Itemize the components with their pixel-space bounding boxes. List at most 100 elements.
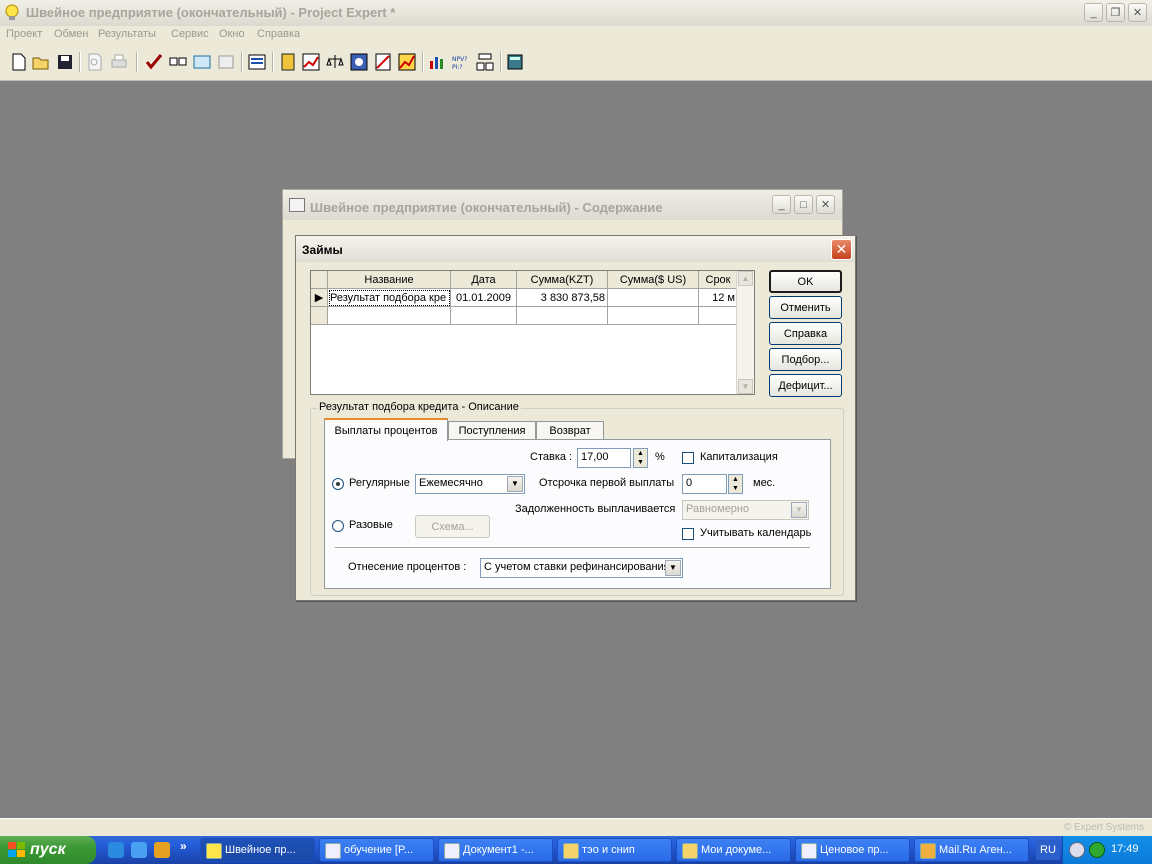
task-word-training[interactable]: обучение [P...	[319, 838, 434, 862]
task-my-documents[interactable]: Мои докуме...	[676, 838, 791, 862]
table-row-empty[interactable]	[311, 306, 738, 325]
internet-explorer-icon[interactable]	[108, 842, 124, 858]
loans-dialog: Займы ✕ Название Дата Сумма(KZT) Сумма($…	[295, 235, 856, 601]
loans-table[interactable]: Название Дата Сумма(KZT) Сумма($ US) Сро…	[310, 270, 755, 395]
balance-icon[interactable]	[326, 53, 344, 71]
regular-period-select[interactable]: Ежемесячно ▼	[415, 474, 525, 494]
spin-up-icon[interactable]: ▲	[634, 449, 647, 458]
interest-attribution-select[interactable]: С учетом ставки рефинансирования ▼	[480, 558, 683, 578]
menu-project[interactable]: Проект	[6, 28, 42, 40]
report-icon[interactable]	[374, 53, 392, 71]
scheme-button: Схема...	[415, 515, 490, 538]
menu-window[interactable]: Окно	[219, 28, 245, 40]
chevron-down-icon[interactable]: ▼	[507, 476, 523, 492]
windows-logo-icon	[8, 842, 25, 857]
browser-icon[interactable]	[131, 842, 147, 858]
scroll-down-icon[interactable]: ▼	[738, 379, 753, 394]
menu-help[interactable]: Справка	[257, 28, 300, 40]
first-payment-delay-input[interactable]: 0	[682, 474, 727, 494]
spin-up-icon[interactable]: ▲	[729, 475, 742, 484]
rate-spinner[interactable]: ▲ ▼	[633, 448, 648, 468]
dialog-close-button[interactable]: ✕	[831, 239, 852, 260]
calendar-checkbox[interactable]	[682, 528, 694, 540]
new-document-icon[interactable]	[10, 53, 28, 71]
tray-arrow-icon[interactable]	[1069, 842, 1085, 858]
cell-amount-kzt[interactable]: 3 830 873,58	[516, 288, 608, 307]
task-folder-teo[interactable]: тэо и снип	[557, 838, 672, 862]
menu-results[interactable]: Результаты	[98, 28, 156, 40]
chart-icon[interactable]	[398, 53, 416, 71]
task-price-document[interactable]: Ценовое пр...	[795, 838, 910, 862]
regular-radio[interactable]	[332, 478, 344, 490]
contents-close-button[interactable]: ✕	[816, 195, 835, 214]
cell-name[interactable]: Результат подбора кре	[327, 288, 451, 307]
svg-text:NPV?: NPV?	[452, 56, 467, 63]
print-icon[interactable]	[110, 53, 128, 71]
contents-icon[interactable]	[248, 53, 266, 71]
column-header-amount-kzt[interactable]: Сумма(KZT)	[516, 271, 608, 289]
cell-term[interactable]: 12 м	[698, 288, 738, 307]
analysis-icon[interactable]	[350, 53, 368, 71]
contents-window-titlebar: Швейное предприятие (окончательный) - Со…	[283, 190, 842, 220]
close-button[interactable]: ✕	[1128, 3, 1147, 22]
capitalization-checkbox[interactable]	[682, 452, 694, 464]
structure-icon[interactable]	[476, 53, 494, 71]
task-document1[interactable]: Документ1 -...	[438, 838, 553, 862]
check-icon[interactable]	[145, 53, 163, 71]
column-header-amount-usd[interactable]: Сумма($ US)	[607, 271, 699, 289]
contents-maximize-button[interactable]: □	[794, 195, 813, 214]
open-folder-icon[interactable]	[32, 53, 50, 71]
module-icon[interactable]	[279, 53, 297, 71]
help-button[interactable]: Справка	[769, 322, 842, 345]
start-button[interactable]: пуск	[0, 836, 96, 864]
first-payment-delay-spinner[interactable]: ▲ ▼	[728, 474, 743, 494]
debt-paid-value: Равномерно	[686, 503, 750, 515]
bar-chart-icon[interactable]	[428, 53, 446, 71]
loans-dialog-titlebar: Займы ✕	[296, 236, 855, 262]
column-header-name[interactable]: Название	[327, 271, 451, 289]
deficit-button[interactable]: Дефицит...	[769, 374, 842, 397]
quicklaunch-icon[interactable]	[154, 842, 170, 858]
table-row[interactable]: ▶ Результат подбора кре 01.01.2009 3 830…	[311, 288, 738, 307]
table-scrollbar[interactable]: ▲ ▼	[736, 271, 754, 394]
checklist-icon[interactable]	[169, 53, 187, 71]
chevron-down-icon[interactable]: ▼	[665, 560, 681, 576]
column-header-term[interactable]: Срок	[698, 271, 738, 289]
language-indicator[interactable]: RU	[1036, 840, 1060, 860]
save-icon[interactable]	[56, 53, 74, 71]
npv-pi-icon[interactable]: NPV?PI:?	[452, 53, 470, 71]
cell-date[interactable]: 01.01.2009	[450, 288, 517, 307]
exchange-icon[interactable]	[193, 53, 211, 71]
cash-flow-icon[interactable]	[302, 53, 320, 71]
contents-minimize-button[interactable]: _	[772, 195, 791, 214]
quicklaunch-more-icon[interactable]: »	[180, 839, 187, 853]
minimize-button[interactable]: _	[1084, 3, 1103, 22]
menu-service[interactable]: Сервис	[171, 28, 209, 40]
word-document-icon	[444, 843, 460, 859]
rate-input[interactable]: 17,00	[577, 448, 631, 468]
spin-down-icon[interactable]: ▼	[729, 484, 742, 493]
folder-icon	[682, 843, 698, 859]
notes-icon[interactable]	[217, 53, 235, 71]
scroll-up-icon[interactable]: ▲	[738, 271, 753, 286]
ok-button[interactable]: OK	[769, 270, 842, 293]
calculator-icon[interactable]	[506, 53, 524, 71]
rate-label: Ставка :	[530, 451, 573, 463]
one-time-radio[interactable]	[332, 520, 344, 532]
menu-exchange[interactable]: Обмен	[54, 28, 88, 40]
column-header-date[interactable]: Дата	[450, 271, 517, 289]
print-preview-icon[interactable]	[86, 53, 104, 71]
tray-status-icon[interactable]	[1089, 842, 1105, 858]
tab-receipts[interactable]: Поступления	[448, 421, 536, 440]
tab-repayment[interactable]: Возврат	[536, 421, 604, 440]
interest-attribution-label: Отнесение процентов :	[348, 561, 467, 573]
tab-interest-payments[interactable]: Выплаты процентов	[324, 418, 448, 441]
select-button[interactable]: Подбор...	[769, 348, 842, 371]
spin-down-icon[interactable]: ▼	[634, 458, 647, 467]
task-project-expert[interactable]: Швейное пр...	[200, 838, 315, 862]
cell-amount-usd[interactable]	[607, 288, 699, 307]
restore-button[interactable]: ❐	[1106, 3, 1125, 22]
cancel-button[interactable]: Отменить	[769, 296, 842, 319]
task-mail-agent[interactable]: Mail.Ru Аген...	[914, 838, 1029, 862]
clock[interactable]: 17:49	[1111, 843, 1139, 855]
